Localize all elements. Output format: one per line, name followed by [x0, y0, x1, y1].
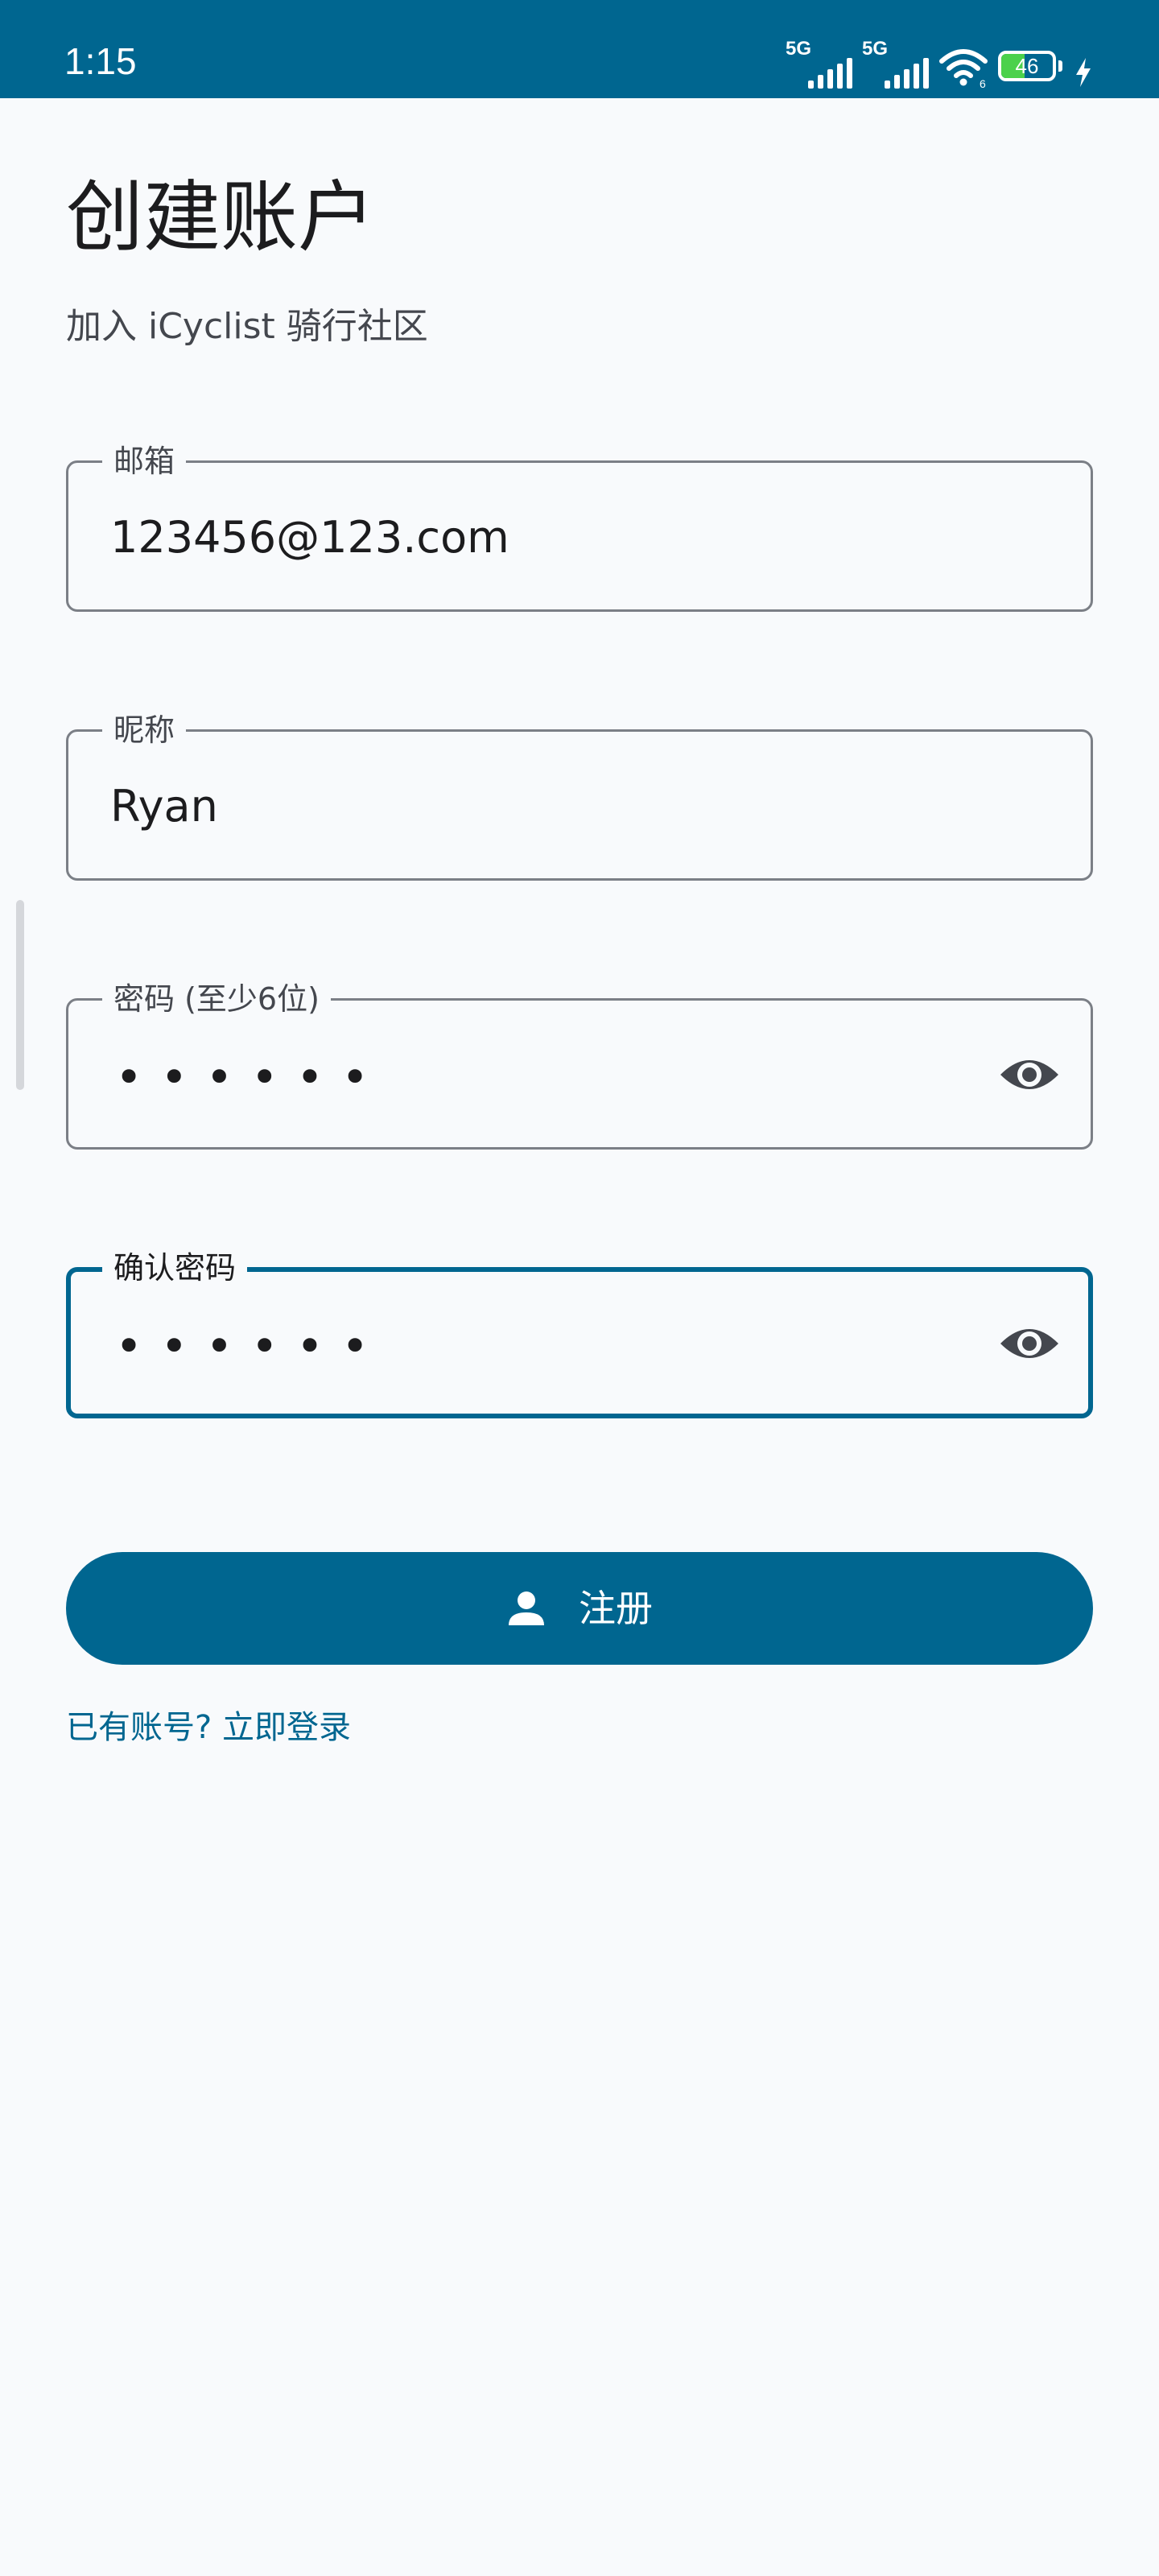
signal-label: 5G: [786, 38, 812, 60]
password-field-label: 密码 (至少6位): [102, 976, 331, 1022]
confirm-password-field-label: 确认密码: [102, 1245, 248, 1290]
status-icons: 5G 5G 6 46: [786, 32, 1095, 89]
nickname-field[interactable]: 昵称 Ryan: [66, 708, 1093, 881]
cellular-signal-icon: 5G: [786, 38, 852, 89]
page-title: 创建账户: [66, 172, 375, 262]
confirm-password-field[interactable]: 确认密码 ••••••: [66, 1245, 1093, 1418]
scrollbar[interactable]: [16, 900, 24, 1090]
login-link[interactable]: 已有账号? 立即登录: [66, 1705, 351, 1750]
person-icon: [509, 1591, 544, 1625]
eye-icon[interactable]: [999, 1319, 1060, 1368]
wifi-label: 6: [980, 77, 986, 89]
email-input[interactable]: 123456@123.com: [110, 510, 509, 566]
signal-label: 5G: [862, 38, 889, 60]
page-subtitle: 加入 iCyclist 骑行社区: [66, 306, 428, 347]
password-field[interactable]: 密码 (至少6位) ••••••: [66, 976, 1093, 1150]
nickname-input[interactable]: Ryan: [110, 778, 218, 835]
wifi-icon: 6: [939, 49, 988, 89]
register-button[interactable]: 注册: [66, 1552, 1093, 1665]
status-time: 1:15: [64, 40, 137, 82]
cellular-signal-icon: 5G: [862, 38, 929, 89]
eye-icon[interactable]: [999, 1051, 1060, 1099]
email-field[interactable]: 邮箱 123456@123.com: [66, 439, 1093, 612]
charging-icon: [1076, 58, 1091, 87]
email-field-label: 邮箱: [102, 439, 187, 484]
password-input[interactable]: ••••••: [115, 1049, 386, 1105]
battery-icon: 46: [998, 43, 1062, 89]
status-bar: 1:15 5G 5G 6 46: [0, 0, 1159, 98]
nickname-field-label: 昵称: [102, 708, 187, 753]
battery-percent: 46: [1015, 54, 1039, 78]
register-button-label: 注册: [579, 1587, 653, 1630]
confirm-password-input[interactable]: ••••••: [115, 1318, 386, 1374]
